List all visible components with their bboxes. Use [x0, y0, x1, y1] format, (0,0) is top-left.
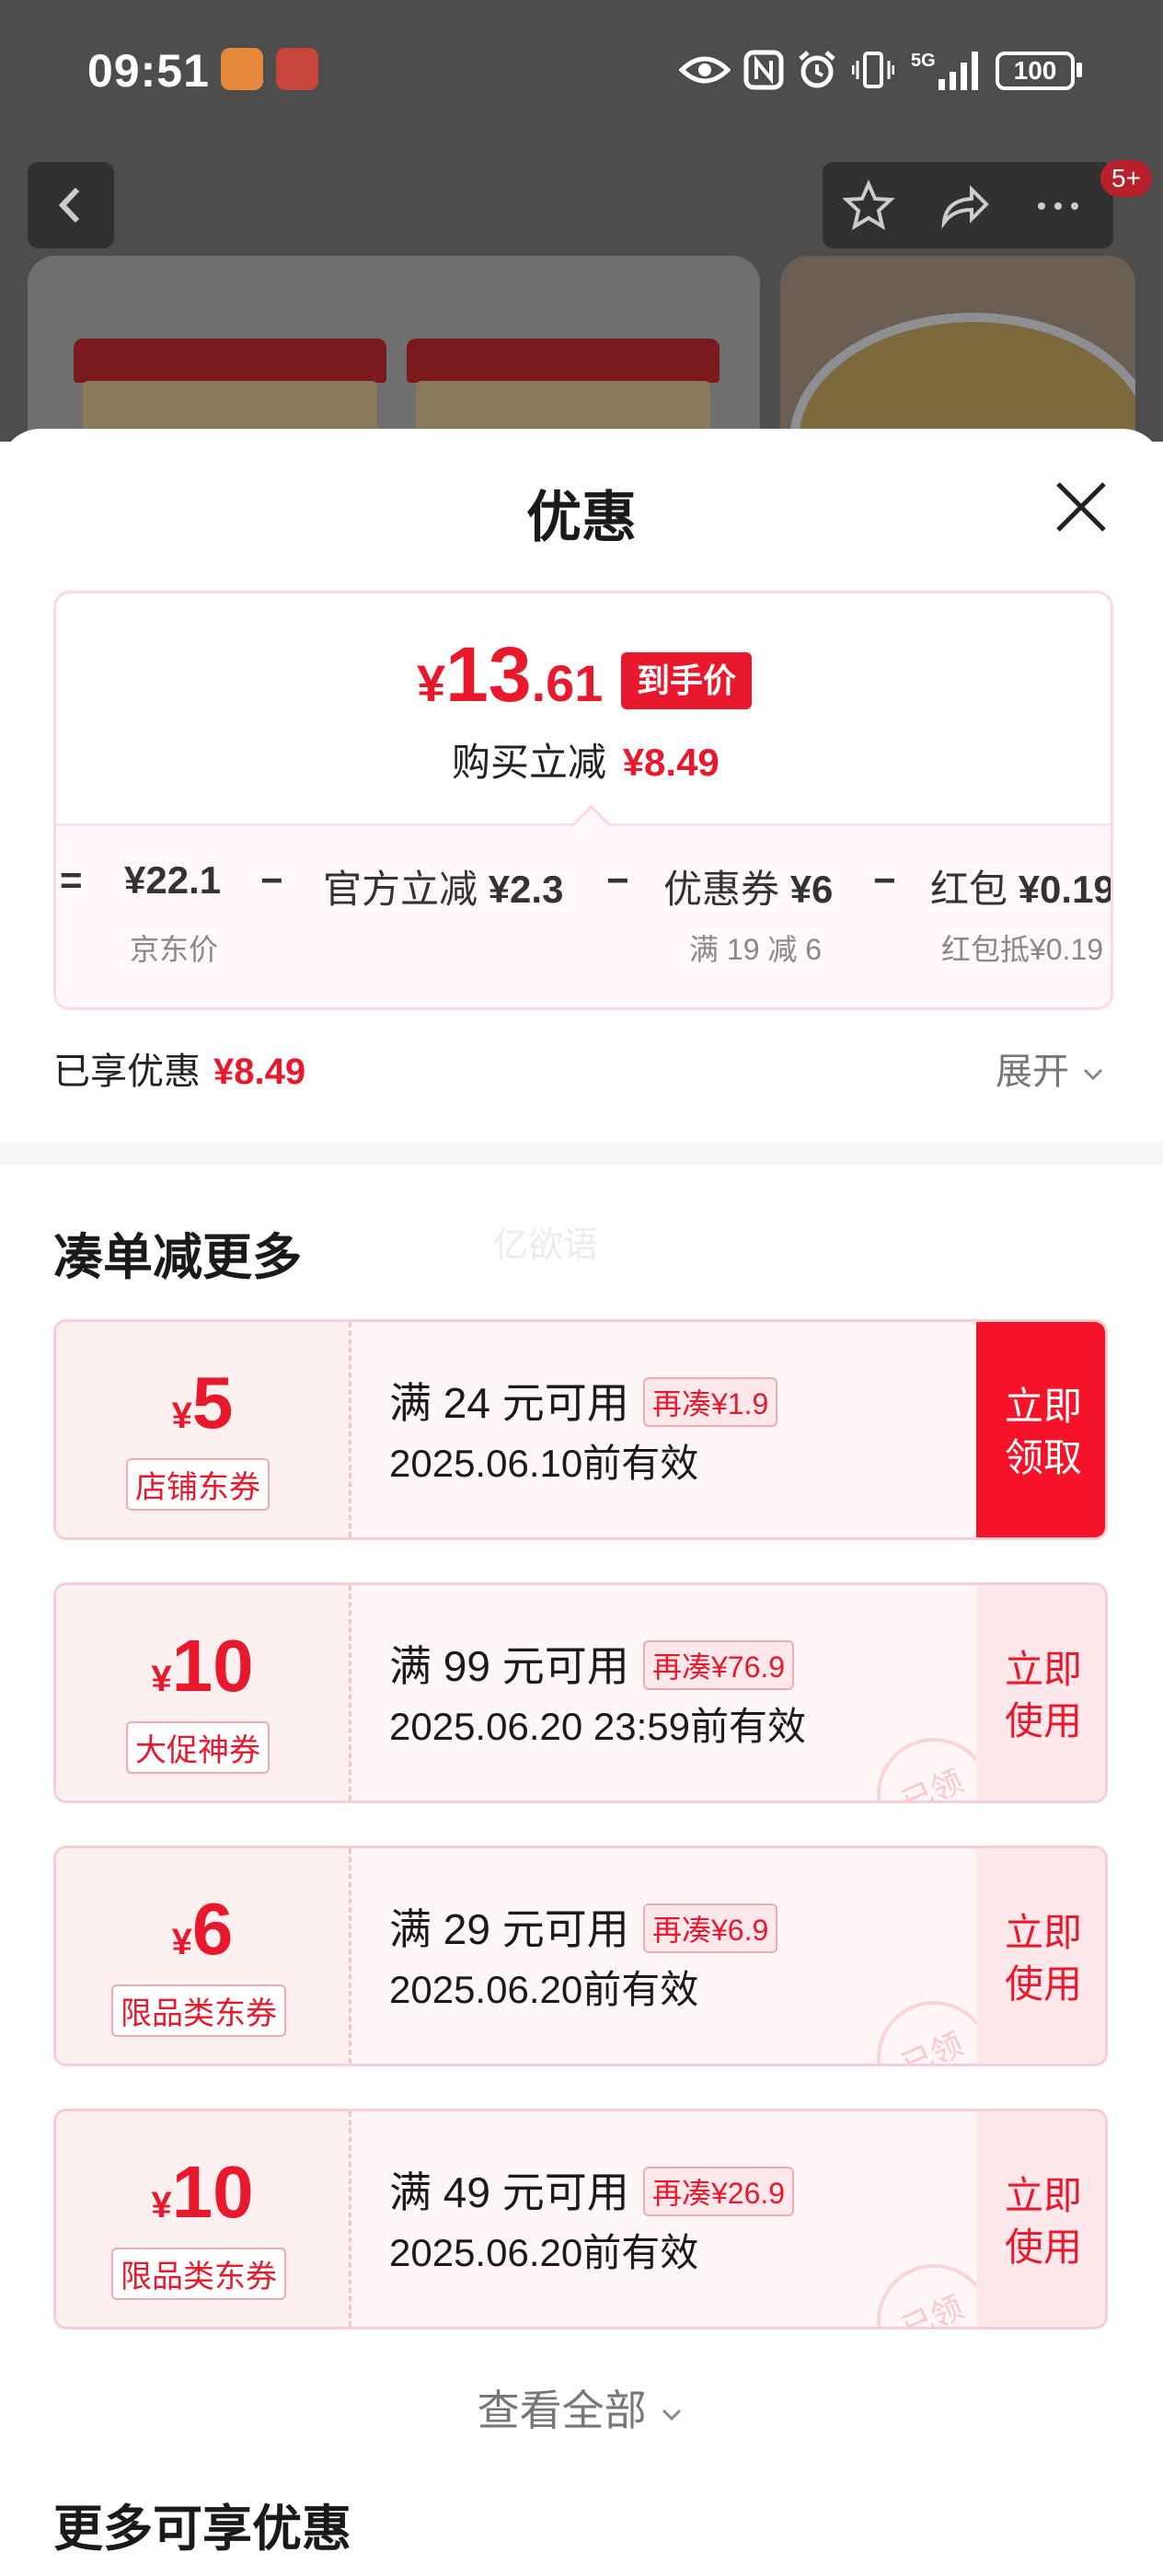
coupon-amount: ¥5: [171, 1362, 234, 1443]
coupon-add-more: 再凑¥76.9: [643, 1640, 795, 1690]
clock: 09:51: [87, 45, 210, 97]
battery-icon: 100: [996, 52, 1075, 90]
coupon-condition: 满 24 元可用: [389, 1379, 629, 1427]
calc-jd-price-sub: 京东价: [130, 933, 219, 966]
nfc-icon: [743, 50, 784, 90]
saving-line: 购买立减 ¥8.49: [452, 741, 720, 784]
use-coupon-button[interactable]: 立即 使用: [976, 1848, 1105, 2064]
coupon-validity: 2025.06.20 23:59前有效: [389, 1705, 806, 1748]
calc-op-3: −: [606, 858, 629, 902]
calc-coupon-sub: 满 19 减 6: [689, 933, 823, 966]
chevron-left-icon: [58, 187, 80, 224]
coupon-add-more: 再凑¥1.9: [643, 1377, 778, 1427]
calc-op-2: −: [260, 858, 283, 902]
coupon-card: ¥5 店铺东券 满 24 元可用 再凑¥1.9 2025.06.10前有效 立即…: [53, 1319, 1108, 1540]
calc-red-packet: 红包 ¥0.19: [930, 868, 1113, 911]
coupon-amount: ¥10: [151, 2151, 254, 2233]
signal-5g-icon: 5G: [911, 51, 978, 90]
coupon-type: 限品类东券: [111, 1984, 286, 2037]
calc-red-packet-sub: 红包抵¥0.19: [941, 933, 1104, 966]
section-divider: [0, 1143, 1163, 1165]
coupon-type: 限品类东券: [111, 2248, 286, 2300]
product-image-secondary: [780, 256, 1135, 442]
message-count-badge: 5+: [1100, 160, 1152, 197]
final-price-tag: 到手价: [621, 652, 752, 709]
coupon-card: ¥10 限品类东券 满 49 元可用 再凑¥26.9 2025.06.20前有效…: [53, 2109, 1108, 2329]
coupon-amount: ¥6: [171, 1888, 234, 1970]
coupon-condition: 满 29 元可用: [389, 1905, 629, 1953]
discount-sheet: 优惠 ¥13.61 到手价 购买立减 ¥8.49 = ¥22.1 京东价 − 官…: [0, 429, 1163, 2576]
coupon-validity: 2025.06.20前有效: [389, 2231, 699, 2274]
calc-official-discount: 官方立减 ¥2.3: [323, 868, 564, 911]
enjoyed-discount: 已享优惠 ¥8.49: [53, 1052, 306, 1092]
coupon-condition: 满 49 元可用: [389, 2168, 629, 2216]
coupon-card: ¥6 限品类东券 满 29 元可用 再凑¥6.9 2025.06.20前有效 已…: [53, 1846, 1108, 2066]
final-price: ¥13.61: [417, 631, 604, 718]
alarm-icon: [799, 51, 835, 88]
use-coupon-button[interactable]: 立即 使用: [976, 1585, 1105, 1800]
app-notification-icon-2: [276, 48, 318, 90]
app-notification-icon: [221, 48, 263, 90]
calc-op-4: −: [873, 858, 896, 902]
chevron-down-icon: [662, 2409, 682, 2421]
chevron-down-icon: [1084, 1069, 1103, 1081]
svg-text:5G: 5G: [911, 51, 936, 71]
coupon-type: 大促神券: [126, 1721, 270, 1774]
close-icon[interactable]: [1049, 475, 1113, 539]
background-product-page: 09:51 5G 100 5+: [0, 0, 1163, 442]
view-all-button[interactable]: 查看全部: [0, 2377, 1163, 2438]
coupon-card: ¥10 大促神券 满 99 元可用 再凑¥76.9 2025.06.20 23:…: [53, 1582, 1108, 1803]
coupon-validity: 2025.06.20前有效: [389, 1968, 699, 2011]
calc-coupon: 优惠券 ¥6: [663, 868, 834, 911]
back-button[interactable]: [28, 162, 114, 248]
favorite-star-icon[interactable]: [841, 178, 896, 234]
eye-icon: [679, 56, 731, 84]
expand-button[interactable]: 展开: [996, 1041, 1107, 1095]
claim-coupon-button[interactable]: 立即 领取: [976, 1322, 1105, 1537]
coupon-condition: 满 99 元可用: [389, 1642, 629, 1690]
use-coupon-button[interactable]: 立即 使用: [976, 2111, 1105, 2327]
coupon-add-more: 再凑¥6.9: [643, 1903, 778, 1953]
sheet-title: 优惠: [526, 487, 637, 548]
status-bar: 09:51 5G 100: [0, 0, 1163, 147]
price-breakdown-card: ¥13.61 到手价 购买立减 ¥8.49 = ¥22.1 京东价 − 官方立减…: [53, 591, 1113, 1010]
share-icon[interactable]: [937, 178, 992, 234]
section-combine-title: 凑单减更多: [53, 1230, 302, 1285]
more-options-icon[interactable]: [1031, 178, 1086, 234]
top-actions: [823, 162, 1113, 248]
section-more-title: 更多可享优惠: [53, 2501, 351, 2557]
coupon-type: 店铺东券: [126, 1458, 270, 1511]
calc-jd-price: ¥22.1: [124, 858, 222, 902]
battery-level: 100: [1013, 56, 1057, 85]
coupon-add-more: 再凑¥26.9: [643, 2167, 795, 2216]
coupon-validity: 2025.06.10前有效: [389, 1442, 699, 1485]
coupon-amount: ¥10: [151, 1625, 254, 1707]
watermark: 亿欲语: [493, 1226, 599, 1265]
product-image-main: [28, 256, 760, 442]
vibrate-icon: [852, 52, 894, 88]
calc-op-1: =: [60, 858, 83, 902]
